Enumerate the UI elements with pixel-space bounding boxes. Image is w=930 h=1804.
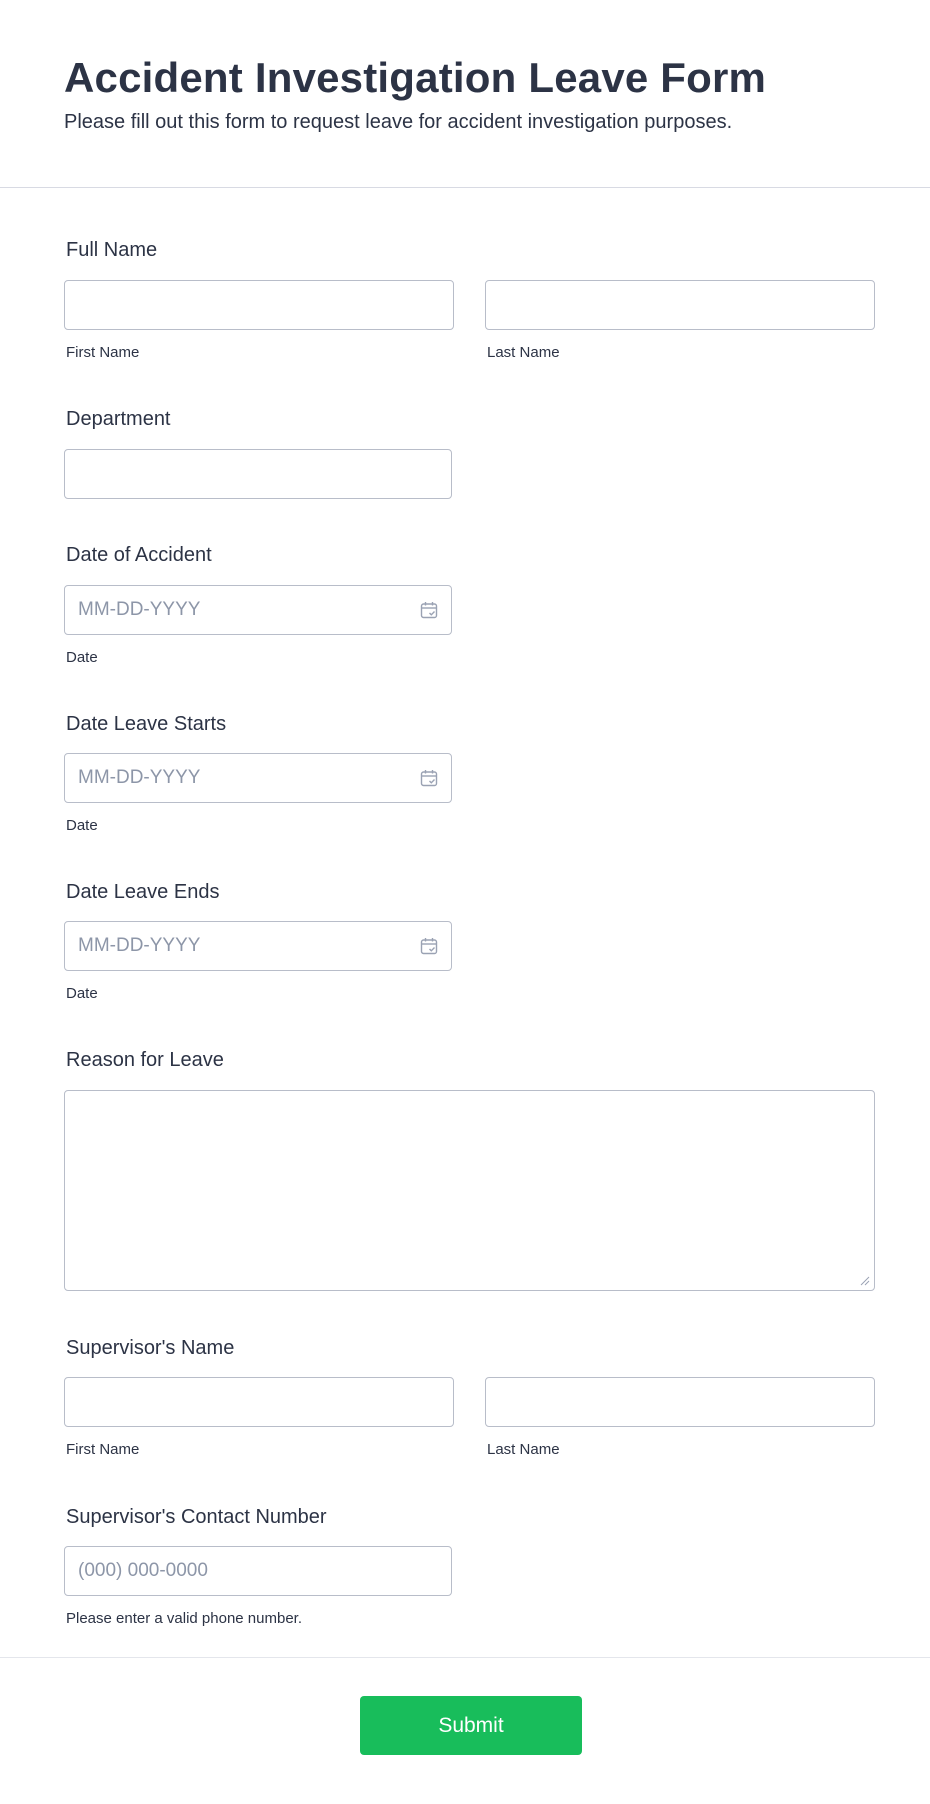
- last-name-input[interactable]: [485, 280, 875, 330]
- date-leave-ends-input[interactable]: MM-DD-YYYY: [64, 921, 452, 971]
- supervisor-name-label: Supervisor's Name: [66, 1337, 235, 1359]
- calendar-icon[interactable]: [420, 937, 438, 955]
- first-name-input[interactable]: [64, 280, 454, 330]
- date-leave-starts-sublabel: Date: [66, 817, 98, 834]
- supervisor-first-name-sublabel: First Name: [66, 1441, 140, 1458]
- submit-button[interactable]: Submit: [360, 1696, 582, 1755]
- supervisor-phone-input[interactable]: (000) 000-0000: [64, 1546, 452, 1596]
- form-header: Accident Investigation Leave Form Please…: [0, 0, 930, 188]
- date-leave-ends-placeholder: MM-DD-YYYY: [78, 935, 201, 956]
- form-subtitle: Please fill out this form to request lea…: [64, 111, 733, 133]
- form-title: Accident Investigation Leave Form: [64, 54, 767, 101]
- reason-for-leave-textarea[interactable]: [64, 1090, 875, 1291]
- date-leave-ends-label: Date Leave Ends: [66, 881, 220, 903]
- supervisor-phone-placeholder: (000) 000-0000: [78, 1560, 208, 1581]
- date-of-accident-label: Date of Accident: [66, 544, 212, 566]
- footer-divider: [0, 1657, 930, 1658]
- date-leave-ends-sublabel: Date: [66, 985, 98, 1002]
- department-label: Department: [66, 408, 171, 430]
- resize-handle-icon[interactable]: [860, 1276, 870, 1286]
- calendar-icon[interactable]: [420, 769, 438, 787]
- first-name-sublabel: First Name: [66, 344, 140, 361]
- full-name-label: Full Name: [66, 239, 158, 261]
- date-of-accident-input[interactable]: MM-DD-YYYY: [64, 585, 452, 635]
- date-leave-starts-placeholder: MM-DD-YYYY: [78, 767, 201, 788]
- reason-for-leave-label: Reason for Leave: [66, 1049, 224, 1071]
- date-leave-starts-label: Date Leave Starts: [66, 713, 227, 735]
- supervisor-phone-sublabel: Please enter a valid phone number.: [66, 1610, 302, 1627]
- supervisor-first-name-input[interactable]: [64, 1377, 454, 1427]
- calendar-icon[interactable]: [420, 601, 438, 619]
- supervisor-contact-label: Supervisor's Contact Number: [66, 1506, 327, 1528]
- supervisor-last-name-input[interactable]: [485, 1377, 875, 1427]
- date-of-accident-sublabel: Date: [66, 649, 98, 666]
- department-input[interactable]: [64, 449, 452, 499]
- date-of-accident-placeholder: MM-DD-YYYY: [78, 599, 201, 620]
- supervisor-last-name-sublabel: Last Name: [487, 1441, 560, 1458]
- date-leave-starts-input[interactable]: MM-DD-YYYY: [64, 753, 452, 803]
- last-name-sublabel: Last Name: [487, 344, 560, 361]
